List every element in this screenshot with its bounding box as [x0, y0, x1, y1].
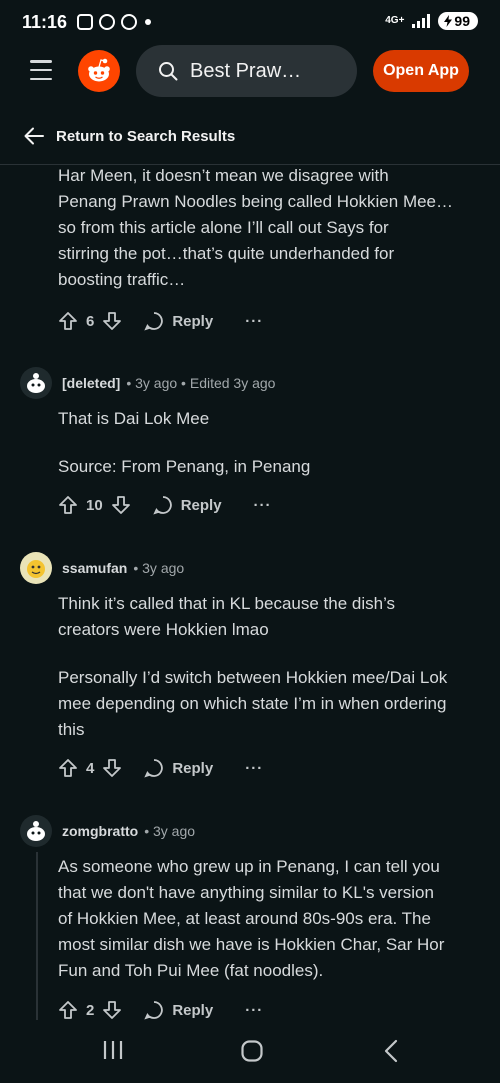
app-header: Best Praw… Open App	[0, 44, 500, 100]
comment-meta: • 3y ago	[133, 560, 185, 576]
home-icon[interactable]	[240, 1039, 264, 1068]
comment-line: stirring the pot…that’s quite underhande…	[58, 244, 395, 263]
reddit-logo-icon[interactable]	[78, 50, 120, 92]
search-query: Best Praw…	[190, 59, 302, 82]
vote-count: 4	[86, 759, 95, 777]
comment-actions: 4 Reply ···	[58, 753, 263, 783]
comment-line: so from this article alone I’ll call out…	[58, 218, 389, 237]
gmail-icon	[121, 14, 138, 30]
upvote-icon[interactable]	[58, 495, 78, 515]
charging-icon	[444, 15, 453, 27]
downvote-icon[interactable]	[111, 495, 131, 515]
more-options-icon[interactable]: ···	[245, 760, 263, 777]
comment-line: mee depending on which state I’m in when…	[58, 694, 447, 713]
comment-line: Fun and Toh Pui Mee (fat noodles).	[58, 961, 324, 980]
search-icon	[159, 62, 178, 81]
status-bar: 11:16 4G+ 99	[0, 0, 500, 44]
system-nav-bar	[0, 1025, 500, 1083]
comment-line: most similar dish we have is Hokkien Cha…	[58, 935, 445, 954]
vote-group: 2	[58, 1000, 122, 1020]
avatar[interactable]	[20, 367, 52, 399]
back-icon[interactable]	[382, 1039, 400, 1068]
comment-line: Har Meen, it doesn’t mean we disagree wi…	[58, 166, 389, 185]
reply-button[interactable]: Reply	[153, 495, 222, 515]
comment-header: zomgbratto • 3y ago	[20, 813, 195, 849]
username[interactable]: ssamufan	[62, 560, 127, 576]
comment-body: That is Dai Lok Mee Source: From Penang,…	[58, 406, 478, 480]
more-options-icon[interactable]: ···	[245, 313, 263, 330]
notification-icons	[77, 14, 138, 30]
reply-icon	[153, 496, 172, 515]
reply-label: Reply	[180, 496, 222, 514]
comment-line: this	[58, 720, 85, 739]
comment-line: Think it’s called that in KL because the…	[58, 594, 396, 613]
return-label: Return to Search Results	[56, 127, 236, 145]
menu-button[interactable]	[30, 60, 52, 80]
reply-icon	[144, 312, 164, 331]
upvote-icon[interactable]	[58, 1000, 78, 1020]
comment-actions: 6 Reply ···	[58, 306, 263, 336]
back-arrow-icon	[24, 127, 44, 145]
upvote-icon[interactable]	[58, 311, 78, 331]
comment-line: Source: From Penang, in Penang	[58, 457, 311, 476]
avatar[interactable]	[20, 552, 52, 584]
username[interactable]: [deleted]	[62, 375, 120, 391]
network-label: 4G+	[385, 15, 405, 26]
battery-level: 99	[454, 13, 470, 29]
search-bar[interactable]: Best Praw…	[136, 45, 357, 97]
comment-meta: • 3y ago	[144, 823, 196, 839]
whatsapp-icon	[99, 14, 116, 30]
vote-count: 10	[86, 496, 103, 514]
username[interactable]: zomgbratto	[62, 823, 138, 839]
status-right: 4G+ 99	[385, 12, 478, 30]
reply-label: Reply	[172, 312, 214, 330]
return-to-search-link[interactable]: Return to Search Results	[0, 108, 500, 165]
reply-button[interactable]: Reply	[144, 311, 213, 331]
downvote-icon[interactable]	[102, 1000, 122, 1020]
vote-group: 10	[58, 495, 131, 515]
comment-line: As someone who grew up in Penang, I can …	[58, 857, 440, 876]
reply-icon	[144, 1001, 164, 1020]
comment-body: Har Meen, it doesn’t mean we disagree wi…	[58, 163, 478, 293]
comment-line: That is Dai Lok Mee	[58, 409, 210, 428]
reply-button[interactable]: Reply	[144, 758, 213, 778]
notification-dot-icon	[145, 19, 152, 25]
comment-line: of Hokkien Mee, at least around 80s-90s …	[58, 909, 431, 928]
vote-group: 4	[58, 758, 122, 778]
downvote-icon[interactable]	[102, 758, 122, 778]
avatar[interactable]	[20, 815, 52, 847]
upvote-icon[interactable]	[58, 758, 78, 778]
comment-header: ssamufan • 3y ago	[20, 550, 184, 586]
reply-label: Reply	[172, 759, 214, 777]
reply-label: Reply	[172, 1001, 214, 1019]
vote-count: 2	[86, 1001, 95, 1019]
vote-count: 6	[86, 312, 95, 330]
comment-actions: 2 Reply ···	[58, 995, 263, 1025]
reply-icon	[144, 759, 164, 778]
comment-meta: • 3y ago • Edited 3y ago	[126, 375, 276, 391]
comment-line: Personally I’d switch between Hokkien me…	[58, 668, 448, 687]
comment-header: [deleted] • 3y ago • Edited 3y ago	[20, 365, 275, 401]
downvote-icon[interactable]	[102, 311, 122, 331]
vote-group: 6	[58, 311, 122, 331]
more-options-icon[interactable]: ···	[254, 497, 272, 514]
signal-icon	[412, 14, 431, 28]
comment-body: As someone who grew up in Penang, I can …	[58, 854, 478, 984]
comment-body: Think it’s called that in KL because the…	[58, 591, 478, 743]
comment-line: boosting traffic…	[58, 270, 186, 289]
open-app-button[interactable]: Open App	[373, 50, 469, 92]
status-time: 11:16	[22, 11, 68, 32]
comment-actions: 10 Reply ···	[58, 490, 272, 520]
thread-line	[36, 852, 38, 1020]
battery-indicator: 99	[438, 12, 478, 30]
comment-line: that we don't have anything similar to K…	[58, 883, 434, 902]
comment-line: creators were Hokkien lmao	[58, 620, 269, 639]
more-options-icon[interactable]: ···	[245, 1002, 263, 1019]
screenshot-icon	[77, 14, 94, 30]
comment-line: Penang Prawn Noodles being called Hokkie…	[58, 192, 454, 211]
reply-button[interactable]: Reply	[144, 1000, 213, 1020]
recent-apps-icon[interactable]	[102, 1039, 124, 1066]
